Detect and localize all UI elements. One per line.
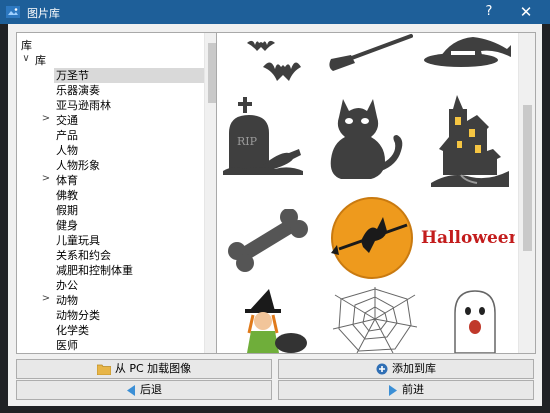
chevron-right-icon[interactable]: > xyxy=(41,173,51,184)
tree-root-label: 库 xyxy=(21,39,32,52)
dialog-client: 库 ∨ 库 万圣节 乐器演奏 亚马逊雨林 > 交通 产品 人物 人物形象 > 体育 佛教 假期 健身 儿童… xyxy=(8,24,542,406)
help-button[interactable]: ? xyxy=(475,0,503,24)
add-to-library-button[interactable]: 添加到库 xyxy=(278,359,534,379)
tree-item[interactable]: 体育 xyxy=(56,173,78,188)
tree-item[interactable]: 化学类 xyxy=(56,323,89,338)
tombstone-rip-icon[interactable]: RIP xyxy=(223,95,313,175)
chevron-down-icon[interactable]: ∨ xyxy=(21,53,31,64)
tree-item[interactable]: 乐器演奏 xyxy=(56,83,100,98)
ghost-icon[interactable] xyxy=(451,289,499,353)
tree-item[interactable]: 办公 xyxy=(56,278,78,293)
load-from-pc-label: 从 PC 加载图像 xyxy=(114,362,192,375)
chevron-right-icon[interactable]: > xyxy=(41,293,51,304)
tree-item[interactable]: 交通 xyxy=(56,113,78,128)
tree-item[interactable]: 减肥和控制体重 xyxy=(56,263,133,278)
chevron-right-icon[interactable]: > xyxy=(41,113,51,124)
broom-icon[interactable] xyxy=(327,33,413,73)
tree-item[interactable]: 佛教 xyxy=(56,188,78,203)
witch-moon-icon[interactable] xyxy=(329,195,415,281)
tree-item[interactable]: 人物 xyxy=(56,143,78,158)
tree-item[interactable]: 医师 xyxy=(56,338,78,353)
tree-node-library[interactable]: 库 xyxy=(35,53,46,68)
halloween-text-icon[interactable]: Halloween xyxy=(419,219,515,253)
rip-text: RIP xyxy=(237,135,258,148)
load-from-pc-button[interactable]: 从 PC 加载图像 xyxy=(16,359,272,379)
tree-item[interactable]: 亚马逊雨林 xyxy=(56,98,111,113)
bats-icon[interactable] xyxy=(245,37,301,85)
tree-item[interactable]: 动物 xyxy=(56,293,78,308)
gallery-scroll-thumb[interactable] xyxy=(523,105,532,251)
app-icon xyxy=(6,6,20,18)
back-label: 后退 xyxy=(140,383,162,396)
back-button[interactable]: 后退 xyxy=(16,380,272,400)
haunted-house-icon[interactable] xyxy=(431,91,511,187)
title-bar: 图片库 ? ✕ xyxy=(0,0,550,24)
forward-label: 前进 xyxy=(402,383,424,396)
tree-item[interactable]: 人物形象 xyxy=(56,158,100,173)
tree-item[interactable]: 动物分类 xyxy=(56,308,100,323)
tree-item[interactable]: 健身 xyxy=(56,218,78,233)
halloween-text: Halloween xyxy=(421,228,515,248)
tree-item[interactable]: 关系和约会 xyxy=(56,248,111,263)
bone-icon[interactable] xyxy=(225,209,315,277)
gallery-scrollbar[interactable] xyxy=(518,33,535,353)
spider-web-icon[interactable] xyxy=(333,287,417,353)
tree-item[interactable]: 儿童玩具 xyxy=(56,233,100,248)
add-to-library-label: 添加到库 xyxy=(392,362,436,375)
witch-cauldron-icon[interactable] xyxy=(241,289,317,353)
witch-hat-icon[interactable] xyxy=(421,33,517,69)
tree-item[interactable]: 万圣节 xyxy=(56,68,89,83)
category-tree[interactable]: 库 ∨ 库 万圣节 乐器演奏 亚马逊雨林 > 交通 产品 人物 人物形象 > 体育 佛教 假期 健身 儿童… xyxy=(16,32,222,354)
back-arrow-icon xyxy=(127,384,135,396)
tree-item[interactable]: 假期 xyxy=(56,203,78,218)
tree-item[interactable]: 医疗和牙科 xyxy=(56,353,111,354)
close-button[interactable]: ✕ xyxy=(512,0,540,24)
forward-arrow-icon xyxy=(389,384,397,396)
add-icon xyxy=(376,363,388,375)
folder-icon xyxy=(96,364,111,375)
tree-item[interactable]: 产品 xyxy=(56,128,78,143)
forward-button[interactable]: 前进 xyxy=(278,380,534,400)
clipart-gallery[interactable]: RIP Halloween xyxy=(216,32,536,354)
window-title: 图片库 xyxy=(27,7,60,20)
black-cat-icon[interactable] xyxy=(327,91,411,183)
